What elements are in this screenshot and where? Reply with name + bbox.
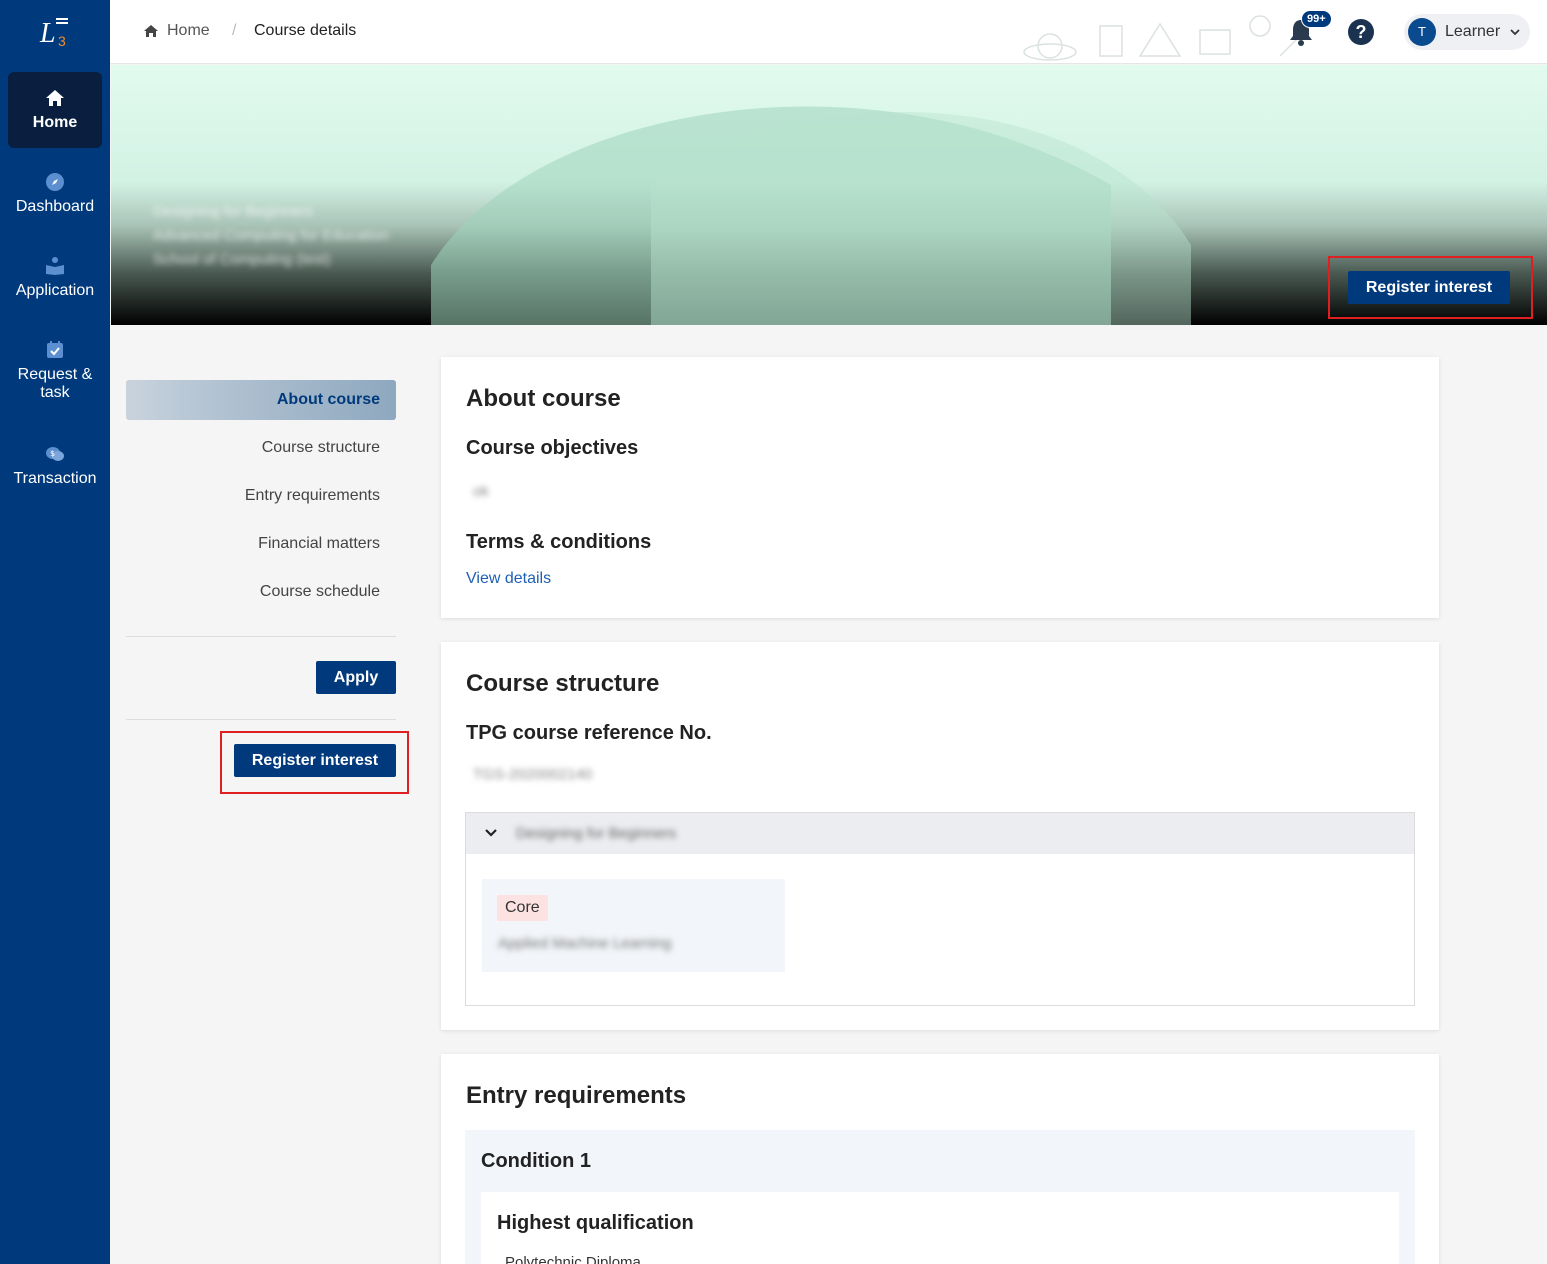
divider bbox=[126, 636, 396, 637]
qualification-box: Highest qualification Polytechnic Diplom… bbox=[481, 1192, 1399, 1264]
tpg-reference-title: TPG course reference No. bbox=[466, 722, 712, 744]
banner-course-subtitle: Advanced Computing for Education bbox=[153, 227, 389, 244]
sidebar-item-request-task[interactable]: Request & task bbox=[8, 340, 102, 402]
home-icon[interactable] bbox=[143, 24, 159, 38]
tpg-reference-value: TGS-2020002140 bbox=[473, 766, 593, 783]
sidebar-item-label: Transaction bbox=[13, 470, 97, 487]
banner-school: School of Computing (test) bbox=[153, 251, 331, 268]
sidebar-item-label: Application bbox=[15, 282, 95, 299]
top-header: Home / Course details 99+ ? T Learner bbox=[110, 0, 1547, 64]
course-objectives-title: Course objectives bbox=[466, 437, 639, 459]
register-interest-button[interactable]: Register interest bbox=[1348, 271, 1510, 304]
course-structure-card: Course structure TPG course reference No… bbox=[441, 642, 1439, 1030]
sidebar-item-home[interactable]: Home bbox=[8, 72, 102, 148]
compass-icon bbox=[46, 173, 64, 191]
module-card: Core Applied Machine Learning bbox=[482, 879, 785, 972]
calendar-check-icon bbox=[47, 341, 63, 358]
notification-badge: 99+ bbox=[1301, 10, 1332, 28]
avatar: T bbox=[1408, 18, 1436, 46]
page-nav-financial-matters[interactable]: Financial matters bbox=[126, 524, 396, 564]
banner-course-title: Designing for Beginners bbox=[153, 203, 314, 220]
breadcrumb-current: Course details bbox=[254, 22, 357, 39]
home-icon bbox=[46, 90, 64, 106]
help-icon[interactable]: ? bbox=[1348, 19, 1374, 45]
terms-title: Terms & conditions bbox=[466, 531, 652, 553]
entry-requirements-title: Entry requirements bbox=[466, 1082, 687, 1109]
core-tag: Core bbox=[497, 895, 548, 921]
sidebar-item-label: Dashboard bbox=[15, 198, 95, 215]
svg-text:$: $ bbox=[50, 449, 55, 458]
qualification-value: Polytechnic Diploma bbox=[505, 1254, 641, 1264]
user-name: Learner bbox=[1445, 23, 1501, 40]
svg-text:3: 3 bbox=[58, 33, 66, 48]
module-name: Applied Machine Learning bbox=[498, 935, 672, 952]
condition-box: Condition 1 Highest qualification Polyte… bbox=[465, 1130, 1415, 1264]
course-banner: Designing for Beginners Advanced Computi… bbox=[111, 65, 1547, 325]
course-structure-title: Course structure bbox=[466, 670, 660, 697]
entry-requirements-card: Entry requirements Condition 1 Highest q… bbox=[441, 1054, 1439, 1264]
sidebar-item-label: Request & bbox=[17, 366, 93, 383]
page-nav-entry-requirements[interactable]: Entry requirements bbox=[126, 476, 396, 516]
transaction-icon: $ bbox=[46, 447, 64, 461]
about-course-title: About course bbox=[466, 385, 621, 412]
sidebar: L 3 Home Dashboard Application Request &… bbox=[0, 0, 110, 1264]
page-nav-about-course[interactable]: About course bbox=[126, 380, 396, 420]
page-nav-course-schedule[interactable]: Course schedule bbox=[126, 572, 396, 612]
apply-button[interactable]: Apply bbox=[316, 661, 396, 694]
divider bbox=[126, 719, 396, 720]
user-menu[interactable]: T Learner bbox=[1404, 14, 1530, 50]
chevron-down-icon bbox=[1510, 29, 1520, 36]
register-interest-button-side[interactable]: Register interest bbox=[234, 744, 396, 777]
qualification-title: Highest qualification bbox=[497, 1212, 694, 1234]
breadcrumb-separator: / bbox=[232, 22, 237, 39]
breadcrumb-home[interactable]: Home bbox=[167, 22, 210, 40]
application-icon bbox=[46, 257, 64, 275]
condition-title: Condition 1 bbox=[481, 1150, 591, 1172]
accordion-title: Designing for Beginners bbox=[516, 825, 677, 842]
module-accordion: Designing for Beginners Core Applied Mac… bbox=[465, 812, 1415, 1006]
sidebar-item-dashboard[interactable]: Dashboard bbox=[8, 172, 102, 216]
sidebar-item-application[interactable]: Application bbox=[8, 256, 102, 300]
sidebar-item-transaction[interactable]: $ Transaction bbox=[8, 444, 102, 488]
l3-logo[interactable]: L 3 bbox=[38, 14, 74, 48]
view-details-link[interactable]: View details bbox=[466, 570, 551, 588]
page-nav-course-structure[interactable]: Course structure bbox=[126, 428, 396, 468]
about-course-card: About course Course objectives ok Terms … bbox=[441, 357, 1439, 618]
sidebar-item-label: Home bbox=[32, 114, 78, 131]
accordion-header[interactable]: Designing for Beginners bbox=[466, 813, 1414, 854]
education-doodle-decoration bbox=[1023, 15, 1301, 61]
course-objectives-value: ok bbox=[473, 483, 489, 500]
chevron-down-icon bbox=[485, 829, 497, 837]
sidebar-item-label: task bbox=[40, 384, 70, 401]
svg-text:L: L bbox=[39, 18, 56, 48]
